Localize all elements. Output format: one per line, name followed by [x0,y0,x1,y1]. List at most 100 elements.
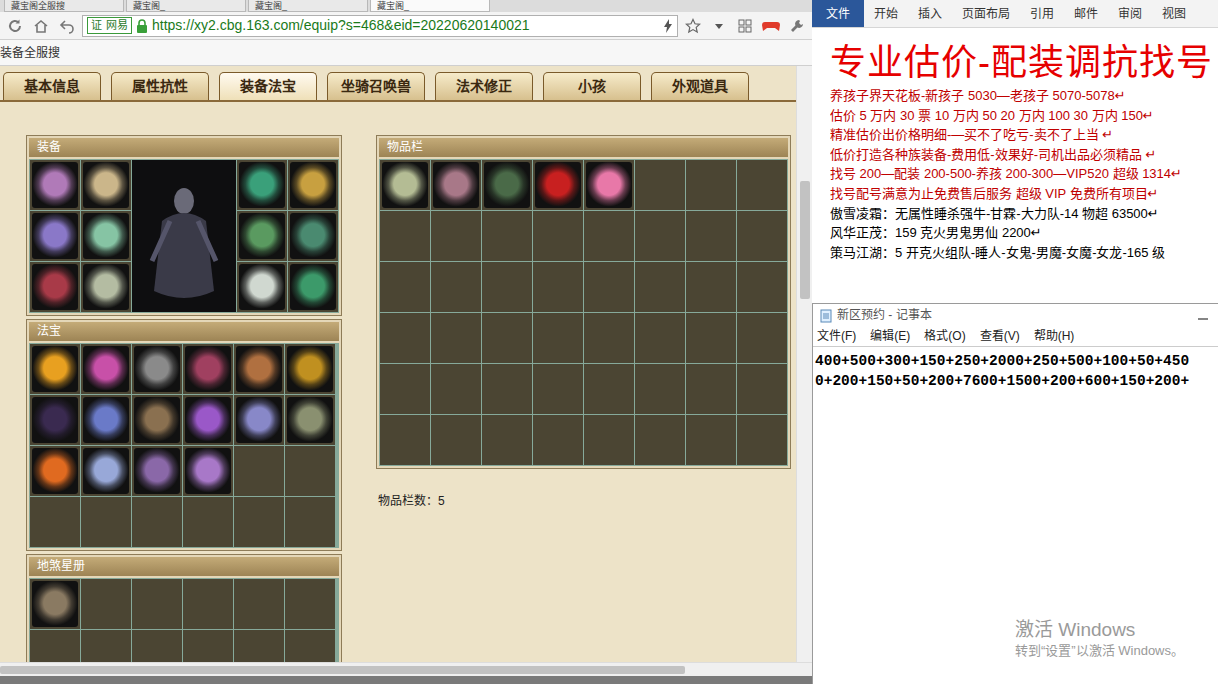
item-icon[interactable] [185,448,231,494]
item-icon[interactable] [535,162,581,208]
ribbon-tab[interactable]: 插入 [908,0,952,27]
item-slot[interactable] [237,211,287,261]
item-slot[interactable] [183,446,233,496]
item-slot[interactable] [482,160,532,210]
item-icon[interactable] [32,397,78,443]
item-icon[interactable] [134,448,180,494]
item-slot[interactable] [30,160,80,210]
item-icon[interactable] [239,162,285,208]
item-icon[interactable] [32,581,78,627]
address-bar[interactable]: 证网易https://xy2.cbg.163.com/equip?s=468&e… [82,15,678,37]
item-slot[interactable] [81,395,131,445]
item-slot[interactable] [30,211,80,261]
item-slot[interactable] [30,446,80,496]
page-tab[interactable]: 外观道具 [651,72,749,100]
item-icon[interactable] [290,162,336,208]
item-icon[interactable] [239,213,285,259]
page-tab[interactable]: 法术修正 [435,72,533,100]
item-icon[interactable] [32,213,78,259]
item-icon[interactable] [239,264,285,310]
file-tab[interactable]: 文件 [812,0,864,27]
ribbon-tab[interactable]: 引用 [1020,0,1064,27]
gamepad-icon[interactable] [760,15,782,37]
item-slot[interactable] [183,395,233,445]
star-icon[interactable] [682,15,704,37]
item-icon[interactable] [586,162,632,208]
scroll-thumb[interactable] [0,666,685,674]
page-tab[interactable]: 坐骑召唤兽 [327,72,425,100]
item-slot[interactable] [132,344,182,394]
item-slot[interactable] [288,160,338,210]
item-slot[interactable] [234,395,284,445]
item-slot[interactable] [183,344,233,394]
item-icon[interactable] [32,448,78,494]
item-slot[interactable] [30,579,80,629]
item-slot[interactable] [533,160,583,210]
url-text[interactable]: https://xy2.cbg.163.com/equip?s=468&eid=… [152,15,659,36]
item-icon[interactable] [134,346,180,392]
item-slot[interactable] [237,160,287,210]
item-slot[interactable] [30,395,80,445]
ribbon-tab[interactable]: 页面布局 [952,0,1020,27]
home-icon[interactable] [30,15,52,37]
page-tab[interactable]: 小孩 [543,72,641,100]
item-icon[interactable] [83,397,129,443]
item-slot[interactable] [81,211,131,261]
item-icon[interactable] [433,162,479,208]
item-icon[interactable] [290,213,336,259]
item-icon[interactable] [287,346,333,392]
item-icon[interactable] [382,162,428,208]
item-icon[interactable] [32,162,78,208]
scroll-thumb[interactable] [800,181,810,299]
item-icon[interactable] [287,397,333,443]
item-icon[interactable] [32,346,78,392]
item-icon[interactable] [185,346,231,392]
menu-item[interactable]: 查看(V) [980,327,1020,345]
browser-tab[interactable]: 藏宝阁_ [126,0,246,12]
refresh-icon[interactable] [4,15,26,37]
browser-tab[interactable]: 藏宝阁_ [248,0,368,12]
page-tab[interactable]: 装备法宝 [219,72,317,100]
menu-item[interactable]: 编辑(E) [870,327,910,345]
horizontal-scrollbar[interactable] [0,662,812,676]
item-slot[interactable] [288,262,338,312]
page-tab[interactable]: 基本信息 [3,72,101,100]
grid-icon[interactable] [734,15,756,37]
item-icon[interactable] [236,397,282,443]
vertical-scrollbar[interactable] [796,66,812,662]
notepad-text[interactable]: 400+500+300+150+250+2000+250+500+100+50+… [813,346,1218,684]
item-icon[interactable] [236,346,282,392]
minimize-icon[interactable] [1198,306,1218,324]
item-slot[interactable] [234,344,284,394]
item-slot[interactable] [30,344,80,394]
item-slot[interactable] [81,446,131,496]
item-icon[interactable] [484,162,530,208]
item-slot[interactable] [237,262,287,312]
item-icon[interactable] [83,213,129,259]
item-icon[interactable] [83,346,129,392]
ribbon-tab[interactable]: 视图 [1152,0,1196,27]
browser-tab[interactable]: 藏宝阁_ [370,0,490,12]
item-slot[interactable] [431,160,481,210]
bookmark-item[interactable]: 装备全服搜 [0,44,60,62]
item-slot[interactable] [584,160,634,210]
bolt-icon[interactable] [663,17,673,35]
browser-tab[interactable]: 藏宝阁全服搜 [4,0,124,12]
wrench-icon[interactable] [786,15,808,37]
item-icon[interactable] [83,264,129,310]
item-slot[interactable] [81,160,131,210]
ribbon-tab[interactable]: 审阅 [1108,0,1152,27]
page-tab[interactable]: 属性抗性 [111,72,209,100]
item-icon[interactable] [83,162,129,208]
item-icon[interactable] [32,264,78,310]
menu-item[interactable]: 格式(O) [924,327,965,345]
item-icon[interactable] [290,264,336,310]
item-icon[interactable] [83,448,129,494]
item-slot[interactable] [285,395,335,445]
word-document[interactable]: 专业估价-配装调抗找号养孩子界天花板-新孩子 5030—老孩子 5070-507… [812,28,1218,303]
item-slot[interactable] [288,211,338,261]
item-slot[interactable] [132,395,182,445]
menu-item[interactable]: 帮助(H) [1034,327,1075,345]
ribbon-tab[interactable]: 邮件 [1064,0,1108,27]
back-icon[interactable] [56,15,78,37]
